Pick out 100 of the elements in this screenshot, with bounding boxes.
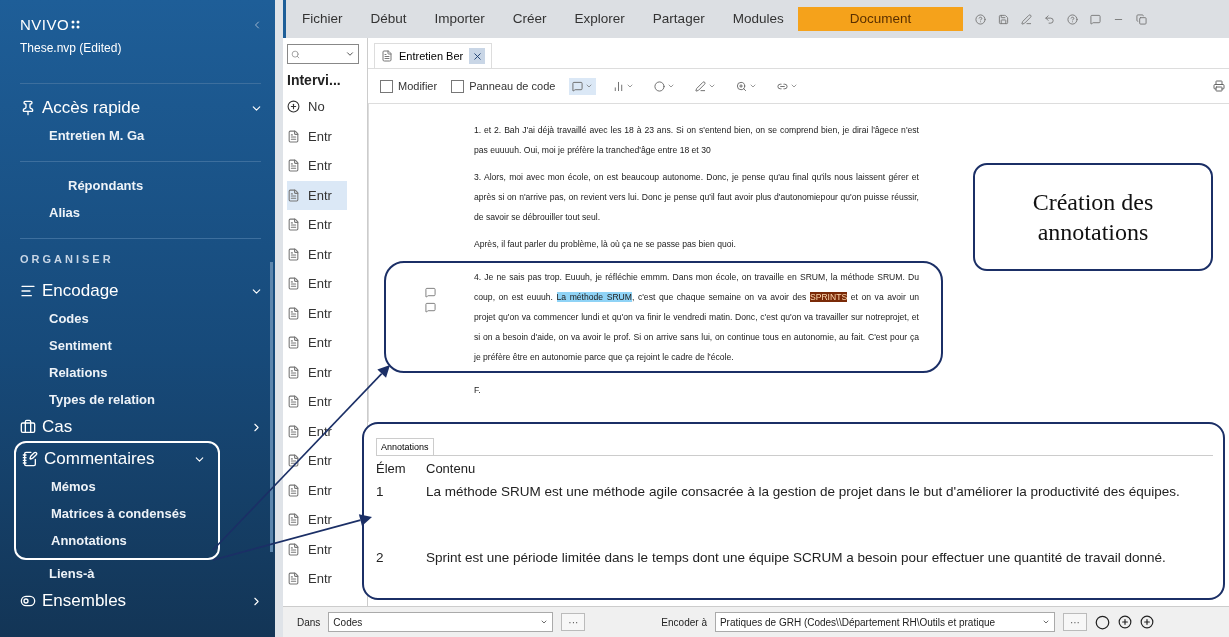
ribbon-tab[interactable]: Début [356,7,421,31]
briefcase-icon [20,419,36,435]
dropdown[interactable]: Pratiques de GRH (Codes\\Département RH\Outils et pratique [714,612,1055,632]
document-icon [287,365,300,379]
table-cell-text: Sprint est une période limitée dans le temps dont une équipe SCRUM a besoin pour effectuer une quantité de travail donné. [426,550,1167,567]
document-icon [287,542,300,556]
ribbon-tab[interactable]: Partager [638,7,719,31]
app-logo: NVIVO [20,16,82,33]
notepad-icon [22,451,38,467]
list-item[interactable]: Entr [287,151,347,181]
ribbon-tab[interactable]: Fichier [288,7,357,31]
list-item[interactable]: Entr [287,446,347,476]
nav-item[interactable]: Mémos [22,473,218,500]
nav-item[interactable]: Liens-à [20,560,275,587]
list-item-label: Entr [308,541,332,557]
chevron-down-icon [540,618,549,626]
add-icon [287,100,300,114]
ribbon-tab[interactable]: Créer [498,7,561,31]
scrollbar[interactable] [270,262,273,552]
checkbox[interactable]: Modifier [380,79,438,93]
nav-item[interactable]: Relations [20,359,275,386]
nav-item[interactable]: Alias [20,199,275,226]
list-item-label: Entr [308,187,332,203]
file-tab[interactable]: Entretien Ber [374,43,493,68]
list-item[interactable]: Entr [287,210,347,240]
nav-item[interactable]: Entretien M. Ga [20,122,275,149]
list-item[interactable]: Entr [287,121,347,151]
tab-label: Entretien Ber [399,50,464,62]
dropdown[interactable]: Codes [328,612,554,632]
comment-icon[interactable] [1090,13,1102,25]
pin-icon [20,100,36,116]
document-icon [287,247,300,261]
more-button[interactable]: ··· [561,613,586,631]
more-button[interactable]: ··· [1062,613,1087,631]
list-item[interactable]: Entr [287,534,347,564]
list-item-label: Entr [308,394,332,410]
list-item[interactable]: Entr [287,298,347,328]
ribbon-tab[interactable]: Importer [420,7,499,31]
list-item-label: Entr [308,305,332,321]
list-item[interactable]: Entr [287,564,347,594]
nav-group-header[interactable]: Cas [20,413,275,441]
column-header: Contenu [426,461,477,476]
list-item[interactable]: Entr [287,269,347,299]
field-label: Encoder à [661,616,707,628]
nav-item[interactable]: Répondants [20,172,275,199]
circle-icon[interactable] [1094,614,1110,630]
list-title: Intervi... [287,72,342,88]
ribbon-tab[interactable]: Document [797,7,964,31]
lines-icon [20,283,36,299]
nav-item[interactable]: Codes [20,305,275,332]
nav-group-header[interactable]: Accès rapide [20,94,275,122]
ribbon-tab[interactable]: Explorer [560,7,639,31]
annotation-tool-icon[interactable] [569,77,597,95]
panel-tab[interactable]: Annotations [376,438,434,455]
document-icon [287,306,300,320]
help-icon[interactable] [1067,13,1079,25]
checkbox-label: Modifier [398,80,438,92]
list-item-label: Entr [308,512,332,528]
annotation-marker-icon[interactable] [424,302,436,313]
close-icon [471,50,483,62]
checkbox-label: Panneau de code [469,80,556,92]
checkbox-box[interactable] [380,79,393,93]
list-item[interactable]: Entr [287,180,347,210]
list-item[interactable]: Entr [287,505,347,535]
section-caption: ORGANISER [20,253,115,265]
chevron-down-icon [1041,618,1050,626]
save-icon[interactable] [998,13,1010,25]
list-item-label: Entr [308,482,332,498]
list-item-label: No [308,99,325,115]
ribbon-tab[interactable]: Modules [718,7,798,31]
nav-item[interactable]: Annotations [22,527,218,554]
nav-item[interactable]: Types de relation [20,386,275,413]
list-item[interactable]: Entr [287,387,347,417]
callout-box: Création des annotations [973,163,1213,271]
annotation-marker-icon[interactable] [424,287,436,298]
list-item-label: Entr [308,571,332,587]
checkbox-box[interactable] [451,79,465,93]
restore-icon[interactable] [1136,13,1148,25]
list-item[interactable]: Entr [287,239,347,269]
list-item[interactable]: No [287,92,347,122]
print-icon[interactable] [1213,80,1225,92]
list-item[interactable]: Entr [287,475,347,505]
pen-icon[interactable] [1021,13,1033,25]
nav-group-header[interactable]: Ensembles [20,587,275,615]
nav-group-header[interactable]: Encodage [20,277,275,305]
search-icon [291,49,300,59]
nav-item[interactable]: Sentiment [20,332,275,359]
undo-icon[interactable] [1044,13,1056,25]
close-button[interactable] [469,48,486,64]
checkbox[interactable]: Panneau de code [451,79,556,93]
table-cell-text: La méthode SRUM est une méthode agile consacrée à la gestion de projet dans le but d'améliorer la productivité des équipes. [426,484,1181,501]
list-item-label: Entr [308,217,332,233]
paragraph: 4. Je ne sais pas trop. Euuuh, je réfléchie emmm. Dans mon école, on travaille en SRUM, la méthode SRUM. Du coup, on est euuuh. La méthode SRUM, c'est que chaque semaine on va avoir des SPRINTS et on va avoir un projet qu'on va commencer lundi et qu'on va finir le vendredi matin. Donc, c'est qu'on va travailler sur notreprojet, et si on a besoin d'aide, on va avoir le prof. Si on arrive sans lui, on continue tous en autonomie, au fait. C'est pour ça je préfère être en autonomie parce que ça rejoint le cadre de l'école. [474,271,919,364]
list-item[interactable]: Entr [287,328,347,358]
list-item[interactable]: Entr [287,357,347,387]
paragraph: Après, il faut parler du problème, là où ça ne se passe pas bien quoi. [474,238,737,251]
nav-item[interactable]: Matrices à condensés [22,500,218,527]
nav-group-header[interactable]: Commentaires [22,445,218,473]
list-item-label: Entr [308,364,332,380]
search-field[interactable] [287,44,359,64]
